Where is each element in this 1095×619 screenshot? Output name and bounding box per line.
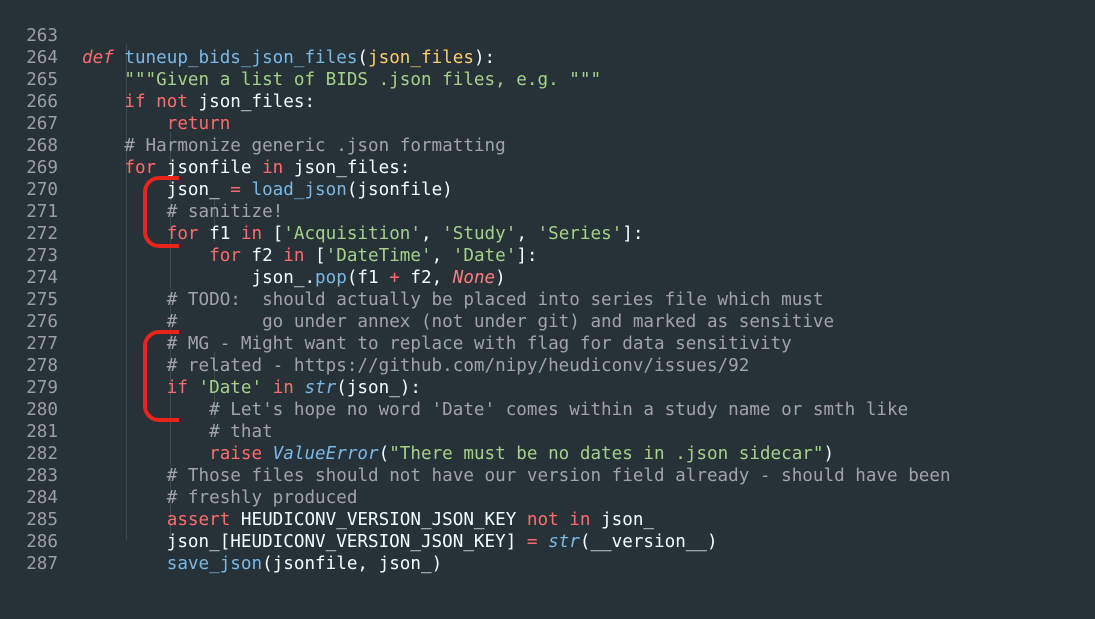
keyword-assert: assert (166, 510, 231, 530)
comment: # Let's hope no word 'Date' comes within… (209, 400, 909, 420)
keyword-for: for (124, 158, 157, 178)
function-name: tuneup_bids_json_files (124, 48, 358, 68)
keyword-not: not (526, 510, 559, 530)
code-line: 287 (0, 531, 58, 574)
docstring: """Given a list of BIDS .json files, e.g… (124, 70, 602, 90)
parameter: json_files (368, 48, 474, 68)
code-line: 281 raise ValueError("There must be no d… (0, 399, 834, 464)
code-editor[interactable]: 263 def tuneup_bids_json_files(json_file… (0, 0, 1095, 574)
comment: # Those files should not have our versio… (166, 466, 951, 486)
annotation-bracket (143, 176, 179, 248)
code-line: 265 if not json_files: (0, 47, 315, 112)
comment: # sanitize! (166, 202, 284, 222)
builtin-exception: ValueError (272, 444, 379, 464)
builtin-str: str (548, 532, 580, 552)
code-line: 280 # that (0, 377, 272, 442)
keyword-in: in (240, 224, 263, 244)
string-literal: 'Series' (537, 224, 623, 244)
string-literal: 'Acquisition' (283, 224, 421, 244)
code-line: 274 # TODO: should actually be placed in… (0, 245, 823, 310)
code-line: 285 json_[HEUDICONV_VERSION_JSON_KEY] = … (0, 487, 717, 552)
comment: # freshly produced (166, 488, 358, 508)
keyword-in: in (272, 378, 294, 398)
code-line: 277 # related - https://github.com/nipy/… (0, 311, 749, 376)
string-literal: 'Study' (442, 224, 517, 244)
keyword-if: if (124, 92, 146, 112)
annotation-bracket (143, 330, 179, 422)
string-literal: 'Date' (452, 246, 517, 266)
code-line: 286 save_json(jsonfile, json_) (0, 509, 442, 574)
function-call: save_json (166, 554, 263, 574)
function-call: load_json (251, 180, 347, 200)
comment: # related - https://github.com/nipy/heud… (166, 356, 750, 376)
comment: # TODO: should actually be placed into s… (166, 290, 824, 310)
code-line: 283 # freshly produced (0, 443, 357, 508)
code-line: 266 return (0, 69, 230, 134)
none-literal: None (452, 268, 496, 288)
line-number: 287 (26, 554, 58, 574)
method-call: pop (315, 268, 347, 288)
code-line: 282 # Those files should not have our ve… (0, 421, 950, 486)
code-line: 263 def tuneup_bids_json_files(json_file… (0, 3, 495, 68)
code-line: 275 # go under annex (not under git) and… (0, 267, 834, 332)
builtin-str: str (304, 378, 337, 398)
code-line: 276 # MG - Might want to replace with fl… (0, 289, 791, 354)
code-line: 278 if 'Date' in str(json_): (0, 333, 421, 398)
code-line: 264 """Given a list of BIDS .json files,… (0, 25, 601, 90)
comment: # that (209, 422, 273, 442)
code-line: 284 assert HEUDICONV_VERSION_JSON_KEY no… (0, 465, 654, 530)
keyword-return: return (166, 114, 231, 134)
comment: # Harmonize generic .json formatting (124, 136, 506, 156)
comment: # MG - Might want to replace with flag f… (166, 334, 792, 354)
code-line: 267 # Harmonize generic .json formatting (0, 91, 505, 156)
string-literal: 'Date' (198, 378, 263, 398)
operator: = (526, 532, 538, 552)
keyword-in: in (262, 158, 284, 178)
code-line: 279 # Let's hope no word 'Date' comes wi… (0, 355, 908, 420)
operator: = (230, 180, 241, 200)
keyword-def: def (82, 48, 114, 68)
keyword-raise: raise (209, 444, 263, 464)
code-line: 272 for f2 in ['DateTime', 'Date']: (0, 201, 537, 266)
code-line: 270 # sanitize! (0, 157, 283, 222)
keyword-for: for (209, 246, 241, 266)
code-line: 271 for f1 in ['Acquisition', 'Study', '… (0, 179, 643, 244)
comment: # go under annex (not under git) and mar… (166, 312, 835, 332)
string-literal: "There must be no dates in .json sidecar… (389, 444, 824, 464)
keyword-in: in (283, 246, 305, 266)
string-literal: 'DateTime' (325, 246, 432, 266)
keyword-not: not (156, 92, 188, 112)
code-line: 268 for jsonfile in json_files: (0, 113, 410, 178)
code-line: 269 json_ = load_json(jsonfile) (0, 135, 453, 200)
keyword-in: in (569, 510, 591, 530)
operator: + (389, 268, 400, 288)
code-line: 273 json_.pop(f1 + f2, None) (0, 223, 506, 288)
